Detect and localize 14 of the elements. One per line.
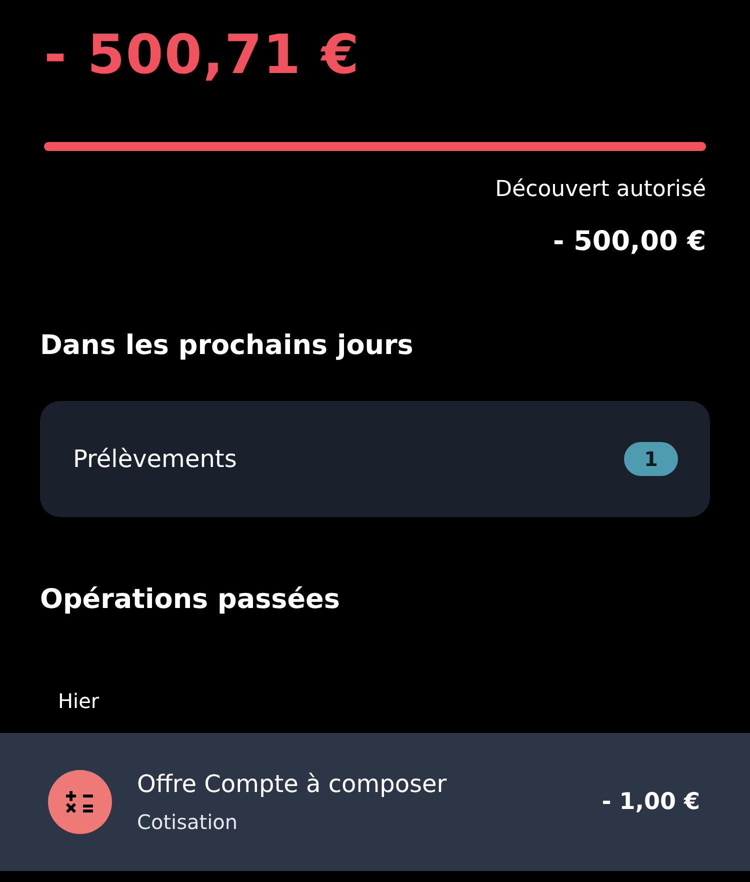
- transaction-title: Offre Compte à composer: [137, 769, 447, 799]
- date-label: Hier: [58, 688, 100, 715]
- transaction-row[interactable]: Offre Compte à composer Cotisation - 1,00 €: [0, 733, 750, 871]
- upcoming-card[interactable]: Prélèvements 1: [40, 401, 710, 517]
- card-label: Prélèvements: [73, 445, 237, 473]
- calculator-icon: [48, 770, 112, 834]
- section-heading: Opérations passées: [40, 583, 340, 617]
- count-badge: 1: [624, 442, 678, 476]
- balance-amount: - 500,71 €: [44, 22, 361, 88]
- section-heading: Dans les prochains jours: [40, 329, 414, 363]
- transaction-amount: - 1,00 €: [602, 789, 700, 815]
- transaction-category: Cotisation: [137, 809, 238, 835]
- overdraft-label: Découvert autorisé: [495, 176, 706, 204]
- overdraft-amount: - 500,00 €: [553, 225, 706, 259]
